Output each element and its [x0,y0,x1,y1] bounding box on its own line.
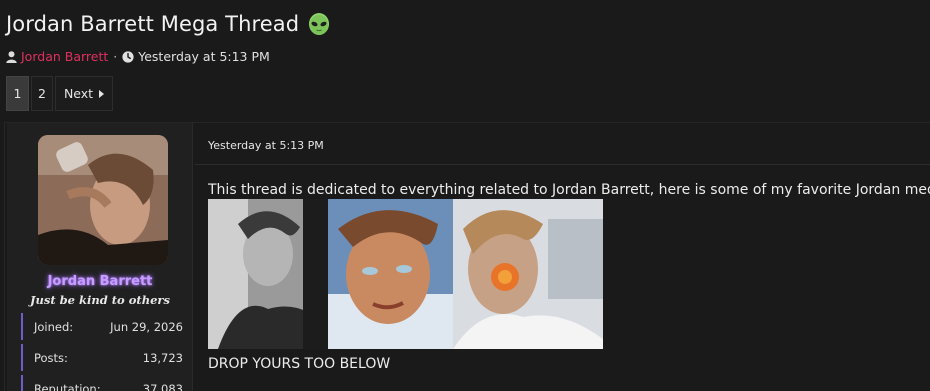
thread-timestamp[interactable]: Yesterday at 5:13 PM [138,49,270,64]
post-user-panel: Jordan Barrett Just be kind to others Jo… [7,123,193,391]
stat-label: Posts: [34,350,68,365]
photo-close-up-face[interactable] [328,199,453,349]
user-title: Just be kind to others [30,293,170,307]
next-page-button[interactable]: Next [55,76,113,111]
stat-value: Jun 29, 2026 [110,319,183,334]
post-footer-text: DROP YOURS TOO BELOW [208,356,391,372]
alien-icon [307,12,331,36]
stat-reputation: Reputation: 37,083 [21,375,189,391]
clock-icon [122,50,134,63]
photo-bw-portrait[interactable] [208,199,328,349]
stat-joined: Joined: Jun 29, 2026 [21,313,189,340]
stat-value: 13,723 [142,350,183,365]
avatar[interactable] [38,135,168,265]
post-username[interactable]: Jordan Barrett [7,274,193,289]
thread-title: Jordan Barrett Mega Thread [6,12,300,36]
post-message: Yesterday at 5:13 PM This thread is dedi… [193,123,930,391]
pagination: 1 2 Next [6,76,113,111]
page-2-button[interactable]: 2 [31,76,53,111]
page-1-button[interactable]: 1 [6,76,29,111]
thread-meta: Jordan Barrett · Yesterday at 5:13 PM [6,49,270,64]
stat-label: Joined: [34,319,74,334]
stat-posts: Posts: 13,723 [21,344,189,371]
post-date[interactable]: Yesterday at 5:13 PM [208,139,324,152]
divider [195,164,930,165]
user-icon [6,50,17,63]
next-label: Next [63,86,94,101]
post: Jordan Barrett Just be kind to others Jo… [4,122,930,391]
photo-with-flower[interactable] [453,199,603,349]
meta-separator: · [113,49,118,64]
stat-label: Reputation: [34,381,101,391]
caret-right-icon [99,86,105,101]
author-link[interactable]: Jordan Barrett [21,49,108,64]
stat-value: 37,083 [142,381,183,391]
post-images [208,199,603,349]
post-body-text: This thread is dedicated to everything r… [208,182,930,198]
thread-header: Jordan Barrett Mega Thread [6,12,331,36]
